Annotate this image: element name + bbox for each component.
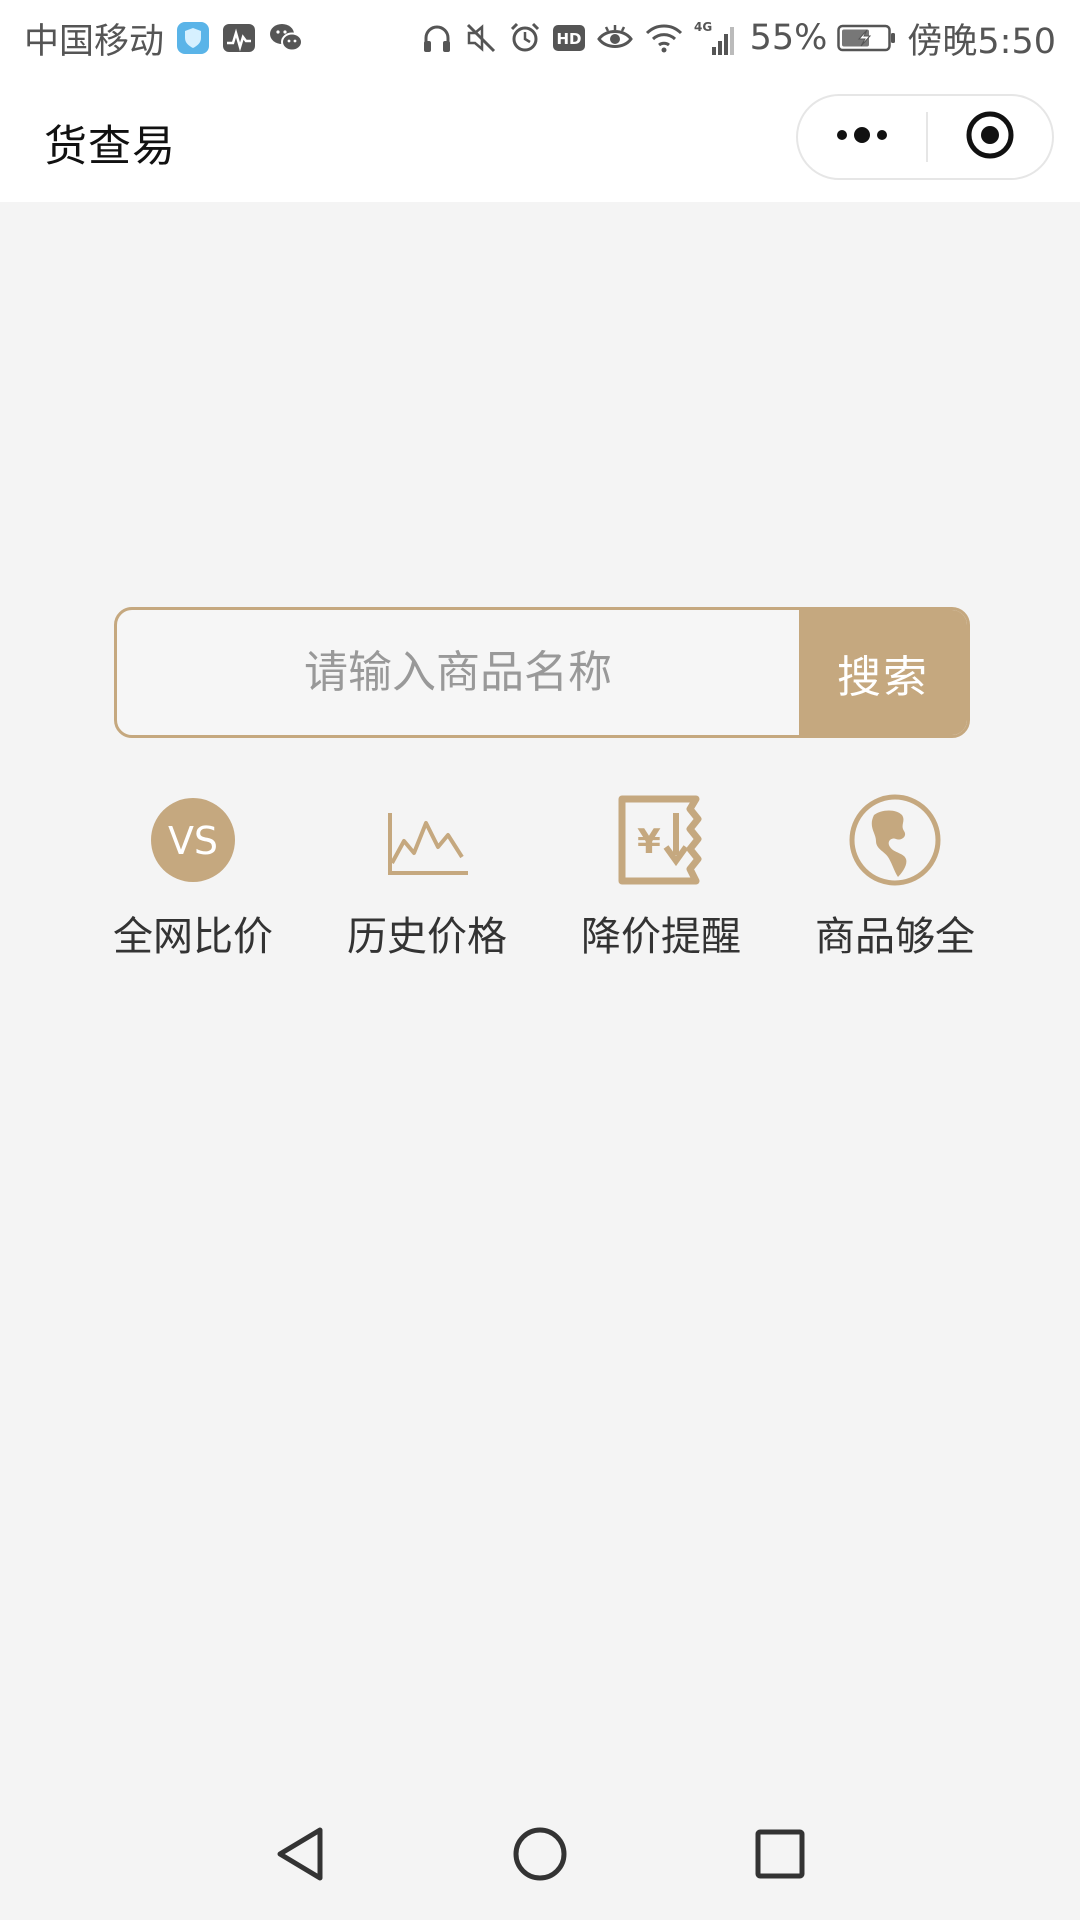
feature-label: 降价提醒 bbox=[581, 914, 741, 960]
close-miniprogram-button[interactable] bbox=[928, 96, 1052, 178]
system-nav-bar bbox=[0, 1790, 1080, 1920]
search-box: 搜索 bbox=[114, 607, 970, 738]
feature-label: 全网比价 bbox=[113, 914, 273, 960]
battery-charging-icon bbox=[837, 23, 897, 53]
battery-percent: 55% bbox=[749, 18, 828, 58]
svg-text:HD: HD bbox=[556, 30, 581, 48]
feature-item-catalog[interactable]: 商品够全 bbox=[778, 790, 1012, 962]
feature-list: VS 全网比价 历史价格 ¥ 降价提醒 商品够全 bbox=[76, 790, 1012, 962]
globe-icon bbox=[845, 790, 945, 890]
mute-icon bbox=[464, 21, 498, 55]
more-dots-icon bbox=[834, 125, 890, 149]
hd-icon: HD bbox=[552, 21, 586, 55]
back-triangle-icon bbox=[272, 1824, 328, 1888]
cellular-signal-icon: 4G bbox=[694, 19, 740, 57]
nav-back-button[interactable] bbox=[262, 1818, 338, 1894]
vs-compare-icon: VS bbox=[143, 790, 243, 890]
search-input[interactable] bbox=[117, 610, 799, 735]
nav-recents-button[interactable] bbox=[742, 1818, 818, 1894]
feature-item-history[interactable]: 历史价格 bbox=[310, 790, 544, 962]
feature-item-compare[interactable]: VS 全网比价 bbox=[76, 790, 310, 962]
status-right: HD 4G 55% 傍晚5:50 bbox=[420, 13, 1056, 64]
headphones-icon bbox=[420, 21, 454, 55]
feature-item-price-alert[interactable]: ¥ 降价提醒 bbox=[544, 790, 778, 962]
search-button[interactable]: 搜索 bbox=[799, 610, 967, 735]
status-left: 中国移动 bbox=[24, 13, 304, 64]
miniprogram-capsule bbox=[796, 94, 1054, 180]
close-miniprogram-icon bbox=[965, 110, 1015, 164]
price-trend-icon bbox=[377, 790, 477, 890]
status-bar: 中国移动 HD 4G 55% 傍晚5:50 bbox=[0, 0, 1080, 76]
carrier-name: 中国移动 bbox=[24, 21, 165, 62]
security-shield-icon bbox=[176, 21, 210, 55]
more-menu-button[interactable] bbox=[798, 96, 926, 178]
home-circle-icon bbox=[510, 1824, 570, 1888]
clock: 傍晚5:50 bbox=[907, 21, 1056, 62]
svg-text:VS: VS bbox=[168, 819, 218, 863]
activity-monitor-icon bbox=[222, 21, 256, 55]
page-title: 货查易 bbox=[44, 122, 176, 172]
svg-text:¥: ¥ bbox=[637, 822, 661, 862]
svg-text:4G: 4G bbox=[694, 20, 712, 34]
feature-label: 历史价格 bbox=[347, 914, 507, 960]
eye-comfort-icon bbox=[596, 21, 634, 55]
recents-square-icon bbox=[752, 1826, 808, 1886]
price-drop-alert-icon: ¥ bbox=[611, 790, 711, 890]
wechat-icon bbox=[268, 21, 304, 55]
title-bar: 货查易 bbox=[0, 76, 1080, 202]
feature-label: 商品够全 bbox=[815, 914, 975, 960]
alarm-icon bbox=[508, 21, 542, 55]
nav-home-button[interactable] bbox=[502, 1818, 578, 1894]
wifi-icon bbox=[644, 21, 684, 55]
